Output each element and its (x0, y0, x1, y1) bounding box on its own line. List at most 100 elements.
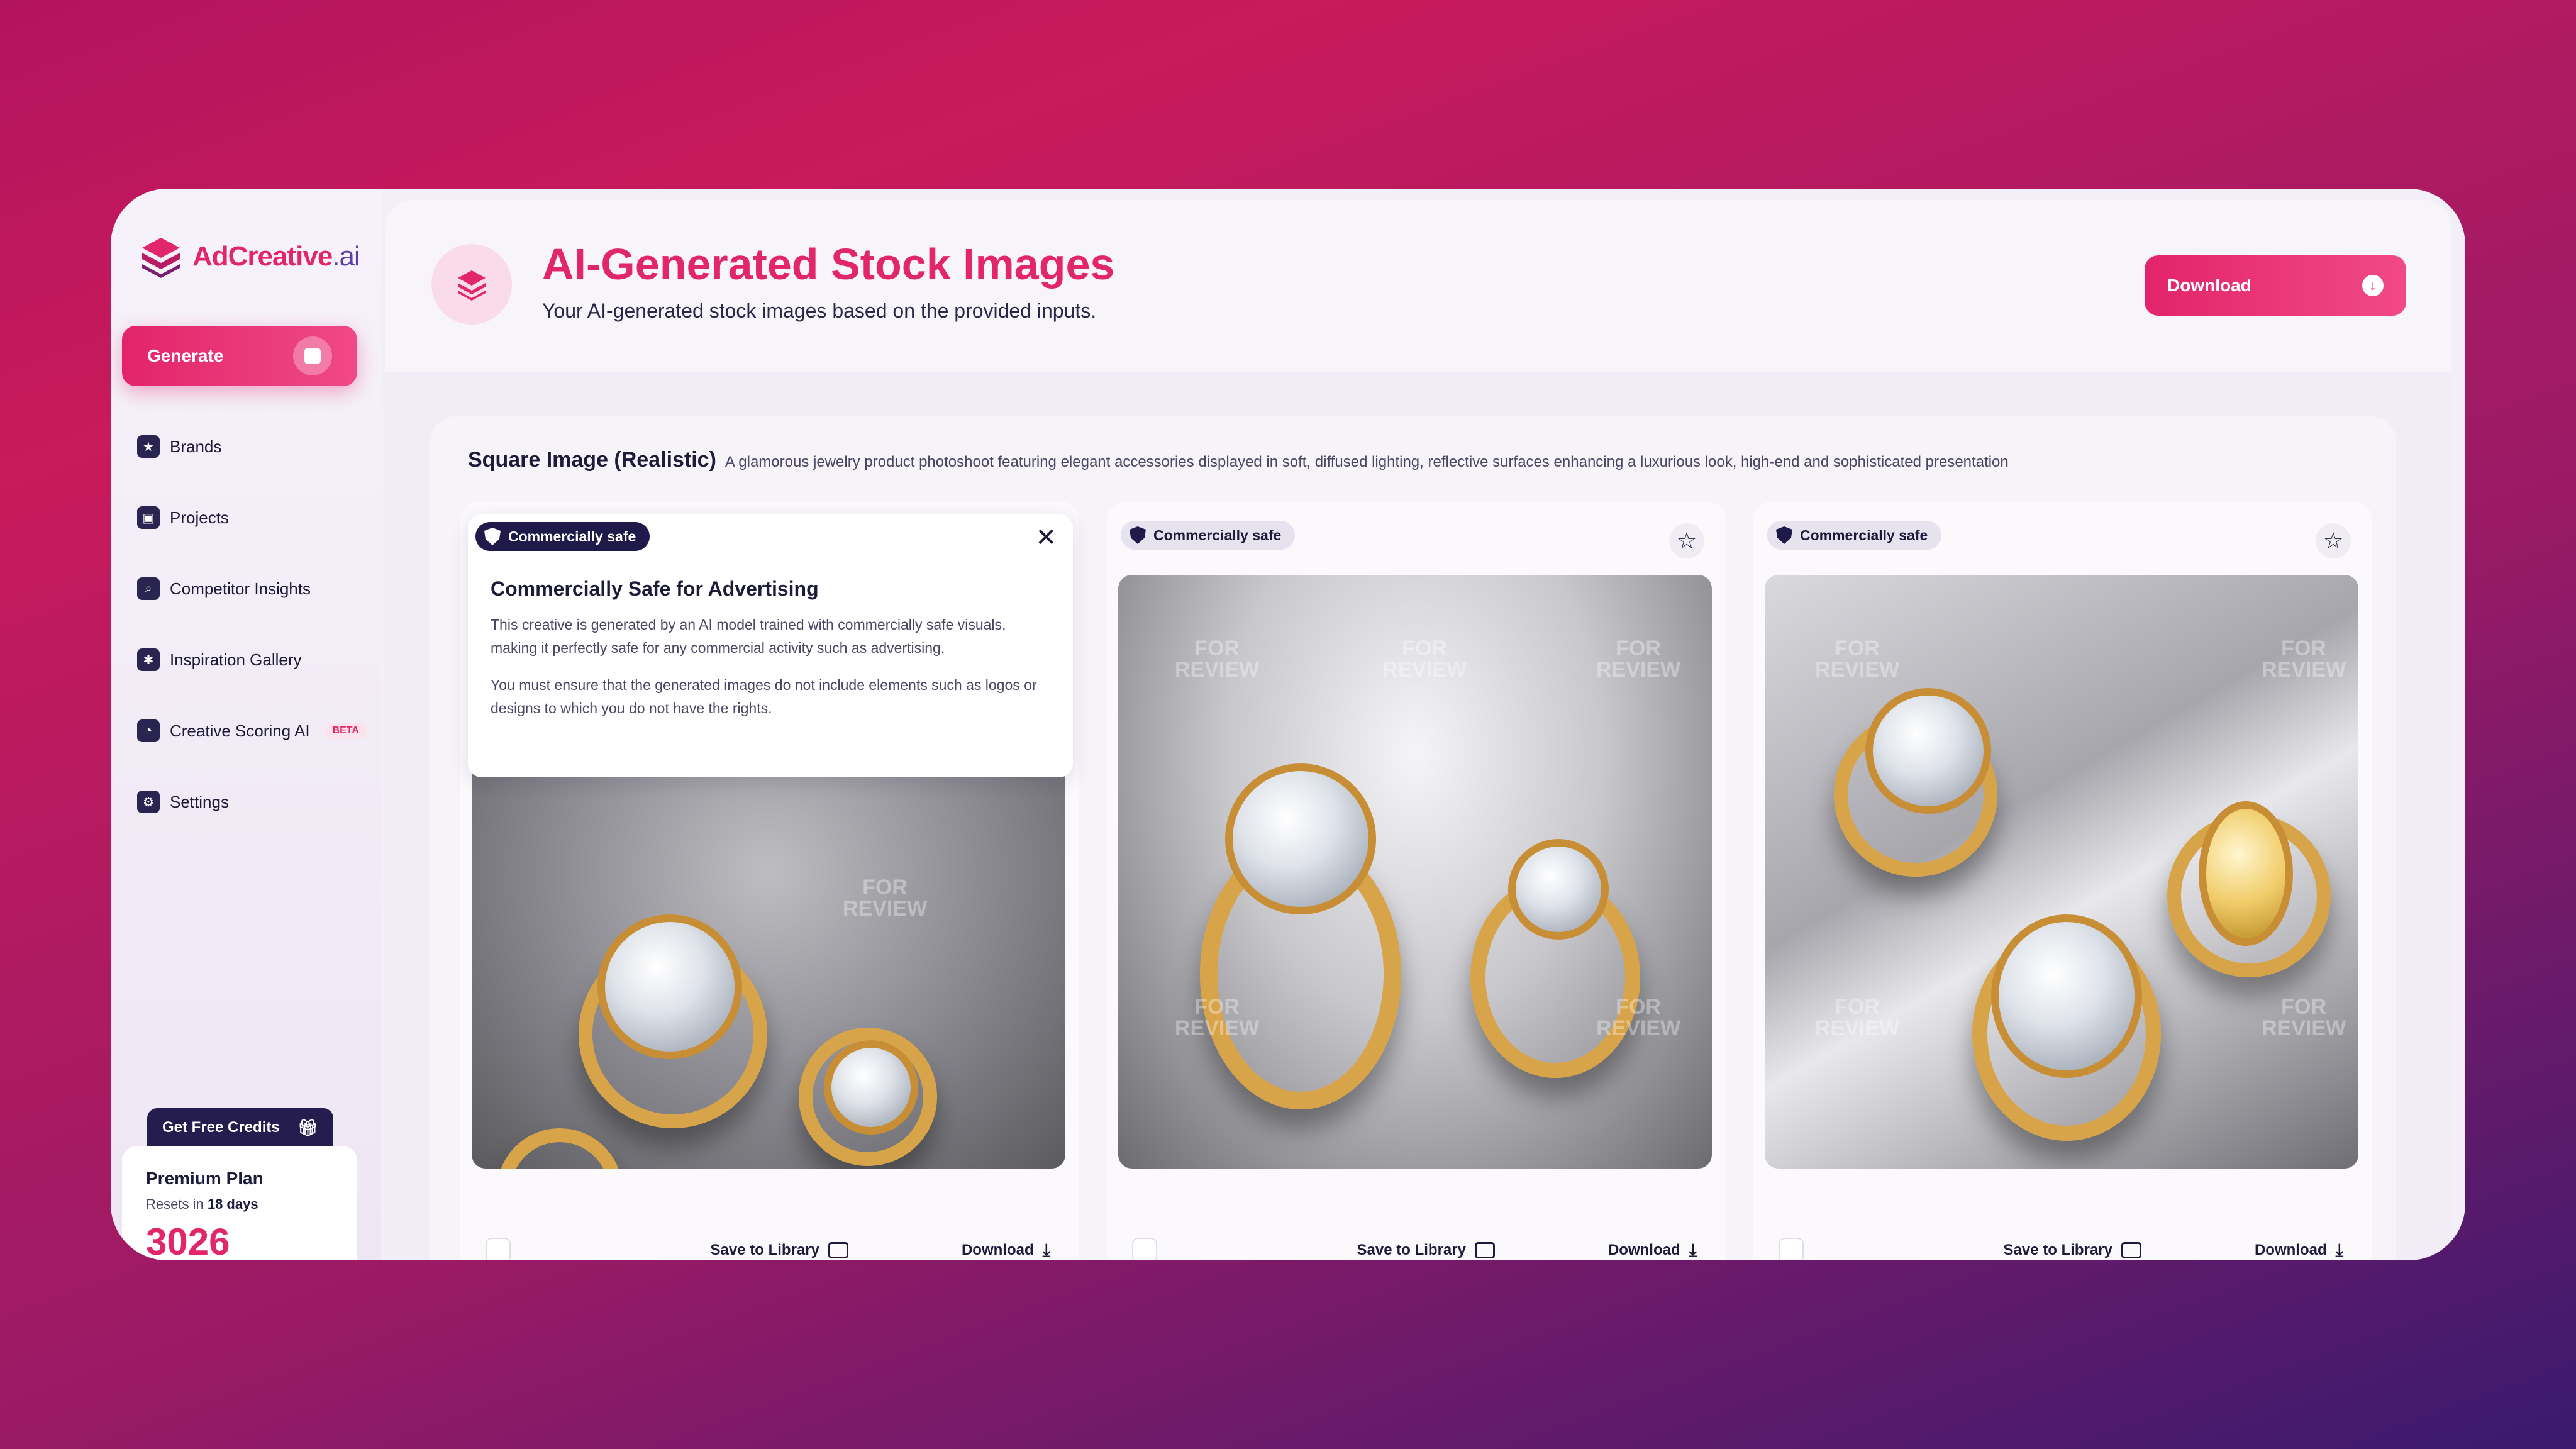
results-panel: Square Image (Realistic) A glamorous jew… (430, 416, 2396, 1260)
generated-image[interactable]: FOR REVIEW FOR REVIEW FOR REVIEW FOR REVIEW … (1118, 575, 1712, 1169)
sidebar-item-creative-scoring[interactable]: ◔ Creative Scoring AI BETA (137, 718, 367, 743)
download-button[interactable]: Download ⤓ (2255, 1240, 2343, 1261)
select-checkbox[interactable] (1132, 1238, 1157, 1260)
shield-icon (484, 528, 501, 545)
logo-text: AdCreative.ai (192, 241, 360, 272)
logo-icon (138, 234, 184, 279)
gem-shape (1225, 763, 1376, 914)
folder-icon (828, 1242, 848, 1258)
shield-icon (1776, 526, 1792, 544)
plan-card: Premium Plan Resets in 18 days 3026 (122, 1146, 357, 1260)
panel-description: A glamorous jewelry product photoshoot f… (724, 453, 2009, 470)
star-icon: ★ (137, 435, 160, 458)
sidebar-item-label: Competitor Insights (170, 579, 311, 598)
select-checkbox[interactable] (1779, 1238, 1804, 1260)
commercial-safe-tooltip: Commercially safe ✕ Commercially Safe fo… (468, 514, 1073, 777)
gem-shape (1991, 914, 2142, 1078)
generate-button[interactable]: Generate (122, 326, 357, 386)
watermark: FOR REVIEW (1175, 995, 1260, 1040)
folder-icon (2121, 1242, 2141, 1258)
watermark: FOR REVIEW (1815, 995, 1900, 1040)
favorite-star-icon[interactable]: ☆ (1669, 523, 1704, 558)
page-header: AI-Generated Stock Images Your AI-genera… (385, 200, 2451, 372)
gauge-icon: ◔ (137, 719, 160, 742)
plan-title: Premium Plan (146, 1169, 264, 1188)
sidebar-item-competitor-insights[interactable]: ⌕ Competitor Insights (137, 576, 367, 601)
watermark: FOR REVIEW (1175, 636, 1260, 682)
download-button[interactable]: Download ⤓ (1608, 1240, 1697, 1261)
gem-shape (1865, 688, 1991, 814)
yellow-gem-shape (2199, 801, 2293, 946)
projects-icon: ▣ (137, 506, 160, 529)
layers-icon (431, 244, 512, 325)
main-content: AI-Generated Stock Images Your AI-genera… (385, 200, 2451, 1260)
watermark: FOR REVIEW (2262, 636, 2346, 682)
download-icon: ↓ (2362, 275, 2384, 296)
plan-reset: Resets in 18 days (146, 1196, 258, 1212)
generated-image[interactable]: FOR REVIEW FOR REVIEW FOR REVIEW FOR REVIEW (1765, 575, 2358, 1169)
sidebar-item-label: Brands (170, 436, 222, 456)
download-label: Download (2167, 275, 2251, 295)
app-window: AdCreative.ai Generate ★ Brands ▣ Projec… (111, 189, 2465, 1260)
credits-count: 3026 (146, 1221, 230, 1260)
panel-title: Square Image (Realistic) (468, 448, 716, 472)
card-footer: Save to Library Download ⤓ (1107, 1231, 1726, 1260)
watermark: FOR REVIEW (1382, 636, 1467, 682)
sidebar-item-label: Projects (170, 508, 229, 527)
sidebar-item-settings[interactable]: ⚙ Settings (137, 789, 367, 814)
download-icon: ⤓ (1042, 1240, 1050, 1260)
save-to-library-button[interactable]: Save to Library (2004, 1241, 2141, 1259)
logo[interactable]: AdCreative.ai (138, 234, 360, 279)
image-card: Commercially safe ☆ FOR REVIEW FOR REVIEW … (1107, 502, 1726, 1260)
download-button[interactable]: Download ⤓ (962, 1240, 1050, 1261)
sidebar: AdCreative.ai Generate ★ Brands ▣ Projec… (111, 189, 381, 1260)
gem-shape (1508, 839, 1609, 940)
sidebar-nav: ★ Brands ▣ Projects ⌕ Competitor Insight… (137, 434, 367, 860)
commercially-safe-badge[interactable]: Commercially safe (1121, 521, 1296, 550)
sidebar-item-label: Creative Scoring AI (170, 721, 310, 740)
gem-shape (824, 1040, 918, 1135)
gem-shape (597, 914, 742, 1059)
sidebar-item-inspiration-gallery[interactable]: ✱ Inspiration Gallery (137, 647, 367, 672)
shield-icon (1130, 526, 1146, 544)
generate-label: Generate (147, 346, 224, 365)
beta-badge: BETA (325, 723, 367, 739)
commercially-safe-badge[interactable]: Commercially safe (475, 522, 650, 551)
save-to-library-button[interactable]: Save to Library (1357, 1241, 1495, 1259)
tooltip-title: Commercially Safe for Advertising (491, 577, 819, 600)
sidebar-item-label: Inspiration Gallery (170, 650, 302, 669)
gift-icon: 🎁︎ (297, 1118, 318, 1137)
card-footer: Save to Library Download ⤓ (1753, 1231, 2372, 1260)
image-card: Commercially safe ☆ FOR REVIEW FOR REVIEW … (1753, 502, 2372, 1260)
page-subtitle: Your AI-generated stock images based on … (542, 299, 1097, 322)
sidebar-item-label: Settings (170, 792, 229, 811)
tooltip-body: This creative is generated by an AI mode… (491, 616, 1037, 716)
sidebar-item-projects[interactable]: ▣ Projects (137, 505, 367, 530)
watermark: FOR REVIEW (1815, 636, 1900, 682)
ring-shape (497, 1128, 623, 1169)
watermark: FOR REVIEW (2262, 995, 2346, 1040)
image-card: Commercially safe ✕ Commercially Safe fo… (460, 502, 1079, 1260)
watermark: FOR REVIEW (1596, 636, 1681, 682)
card-footer: Save to Library Download ⤓ (460, 1231, 1079, 1260)
gear-icon: ⚙ (137, 791, 160, 813)
panel-header: Square Image (Realistic) A glamorous jew… (468, 448, 2009, 472)
commercially-safe-badge[interactable]: Commercially safe (1767, 521, 1942, 550)
download-icon: ⤓ (1689, 1240, 1697, 1260)
search-icon: ⌕ (137, 577, 160, 600)
close-icon[interactable]: ✕ (1035, 523, 1057, 552)
page-title: AI-Generated Stock Images (542, 240, 1115, 289)
save-to-library-button[interactable]: Save to Library (711, 1241, 848, 1259)
download-icon: ⤓ (2335, 1240, 2343, 1260)
credits-label: Get Free Credits (162, 1119, 280, 1136)
watermark: FOR REVIEW (1596, 995, 1681, 1040)
folder-icon (1474, 1242, 1495, 1258)
get-free-credits-button[interactable]: Get Free Credits 🎁︎ (147, 1108, 333, 1147)
cube-icon (293, 336, 332, 375)
select-checkbox[interactable] (486, 1238, 511, 1260)
download-all-button[interactable]: Download ↓ (2145, 255, 2406, 316)
watermark: FOR REVIEW (843, 875, 928, 921)
favorite-star-icon[interactable]: ☆ (2316, 523, 2351, 558)
bulb-icon: ✱ (137, 648, 160, 671)
sidebar-item-brands[interactable]: ★ Brands (137, 434, 367, 459)
